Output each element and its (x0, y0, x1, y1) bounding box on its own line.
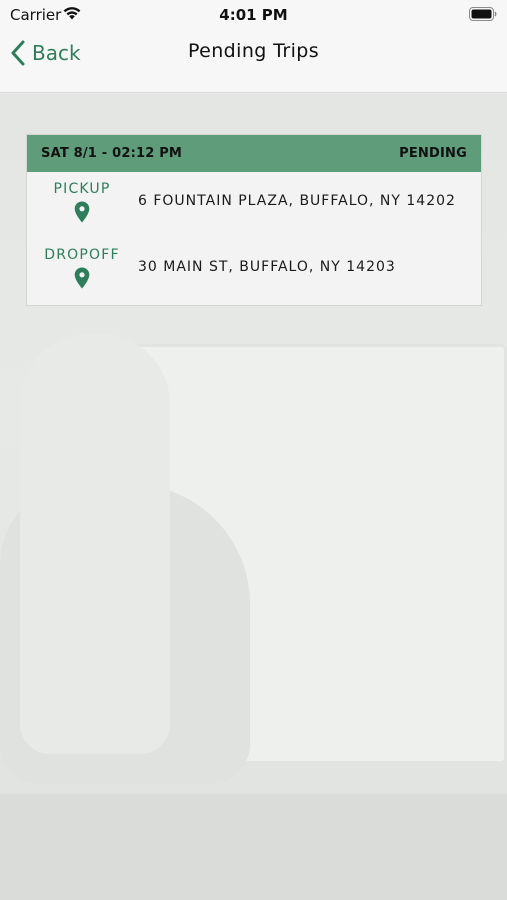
pickup-label: PICKUP (53, 181, 111, 197)
page-title: Pending Trips (187, 40, 320, 62)
trip-datetime: SAT 8/1 - 02:12 PM (41, 146, 183, 161)
navigation-bar: Back Pending Trips (0, 30, 507, 93)
trip-card[interactable]: SAT 8/1 - 02:12 PM PENDING PICKUP 6 FOUN… (26, 134, 482, 306)
background-person-shape (20, 334, 170, 754)
pickup-label-column: PICKUP (35, 181, 129, 223)
dropoff-row: DROPOFF 30 MAIN ST, BUFFALO, NY 14203 (27, 247, 483, 307)
trip-status-badge: PENDING (399, 146, 467, 161)
status-bar: Carrier 4:01 PM (0, 0, 507, 30)
dropoff-label-column: DROPOFF (35, 247, 129, 289)
pickup-row: PICKUP 6 FOUNTAIN PLAZA, BUFFALO, NY 142… (27, 181, 483, 241)
trip-header: SAT 8/1 - 02:12 PM PENDING (27, 135, 481, 172)
map-pin-icon (74, 201, 90, 223)
dropoff-address: 30 MAIN ST, BUFFALO, NY 14203 (138, 259, 396, 275)
pickup-address: 6 FOUNTAIN PLAZA, BUFFALO, NY 14202 (138, 193, 456, 209)
battery-icon (469, 7, 497, 21)
map-pin-icon (74, 267, 90, 289)
status-time: 4:01 PM (219, 6, 288, 24)
dropoff-label: DROPOFF (44, 247, 120, 263)
background-floor-shape (0, 794, 507, 900)
